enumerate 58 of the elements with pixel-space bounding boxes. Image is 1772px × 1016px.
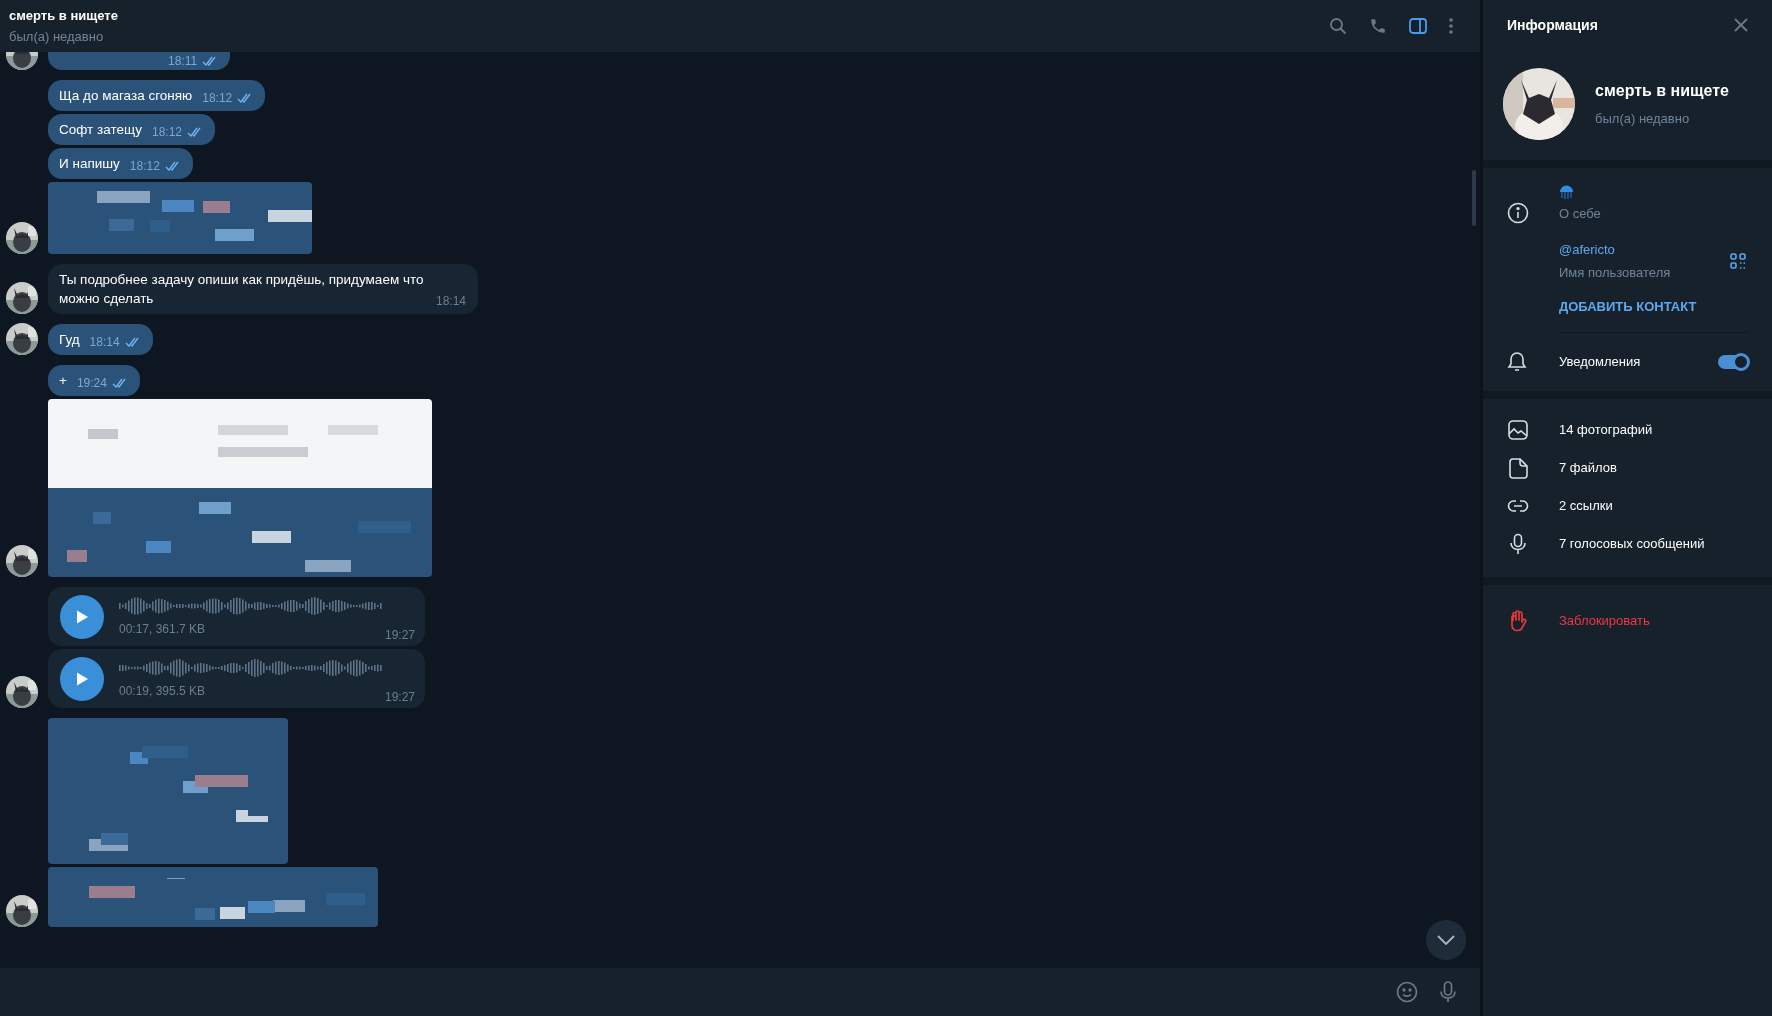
chevron-down-icon	[1437, 935, 1455, 945]
chat-status: был(а) недавно	[9, 28, 105, 46]
message-time: 18:12	[202, 90, 233, 107]
search-icon[interactable]	[1329, 17, 1347, 35]
more-icon[interactable]	[1449, 18, 1453, 34]
double-check-icon	[164, 161, 181, 171]
panel-title: Информация	[1507, 15, 1598, 35]
chat-title: смерть в нищете	[9, 6, 118, 25]
bell-icon	[1507, 351, 1527, 373]
file-icon	[1507, 457, 1529, 479]
notifications-toggle[interactable]	[1718, 355, 1748, 369]
media-row[interactable]: 14 фотографий	[1483, 411, 1772, 449]
play-button[interactable]	[60, 594, 104, 639]
qr-code-icon[interactable]	[1730, 253, 1746, 269]
message-text: Ты подробнее задачу опиши как придёшь, придумаем что можно сделать	[59, 271, 425, 308]
about-label: О себе	[1559, 205, 1602, 223]
message-time: 19:27	[384, 626, 415, 644]
message-time: 18:12	[129, 158, 160, 175]
info-icon	[1507, 202, 1529, 224]
sidebar-toggle-icon[interactable]	[1409, 18, 1427, 34]
media-row[interactable]: 2 ссылки	[1483, 487, 1772, 525]
media-row[interactable]: 7 голосовых сообщений	[1483, 525, 1772, 563]
phone-icon[interactable]	[1369, 17, 1387, 35]
username-label: Имя пользователя	[1559, 264, 1671, 282]
message-time: 19:27	[384, 688, 415, 706]
voice-info: 00:17, 361.7 KB	[119, 620, 206, 638]
message-time: 18:12	[151, 124, 182, 141]
play-button[interactable]	[60, 656, 104, 701]
message-time: 19:24	[76, 375, 107, 392]
message-text: И напишу	[59, 155, 120, 173]
double-check-icon	[187, 127, 203, 137]
add-contact-button[interactable]: ДОБАВИТЬ КОНТАКТ	[1559, 296, 1748, 333]
image-icon	[1507, 419, 1529, 441]
microphone-icon[interactable]	[1440, 981, 1456, 1003]
message-text: Гуд	[59, 331, 80, 349]
profile-name: смерть в нищете	[1595, 81, 1729, 102]
scroll-down-button[interactable]	[1426, 920, 1466, 960]
scrollbar[interactable]	[1472, 170, 1476, 226]
message-text: Ща до магаза сгоняю	[59, 87, 193, 105]
double-check-icon	[111, 378, 128, 388]
close-icon[interactable]	[1734, 18, 1748, 32]
username-link[interactable]: @afericto	[1559, 239, 1671, 259]
media-row[interactable]: 7 файлов	[1483, 449, 1772, 487]
voice-info: 00:19, 395.5 KB	[119, 682, 206, 700]
message-text: +	[59, 372, 67, 390]
play-icon	[75, 670, 89, 687]
microphone-icon	[1507, 533, 1529, 555]
message-time: 18:11	[168, 53, 198, 70]
message-time: 18:14	[89, 334, 120, 351]
block-button[interactable]: Заблокировать	[1559, 611, 1650, 631]
jellyfish-icon	[1559, 184, 1574, 200]
emoji-icon[interactable]	[1396, 981, 1418, 1003]
double-check-icon	[124, 337, 141, 347]
play-icon	[75, 608, 89, 625]
message-text: Софт затещу	[59, 121, 142, 139]
notifications-label: Уведомления	[1559, 353, 1641, 372]
profile-status: был(а) недавно	[1595, 110, 1691, 129]
message-time: 18:14	[435, 293, 466, 310]
